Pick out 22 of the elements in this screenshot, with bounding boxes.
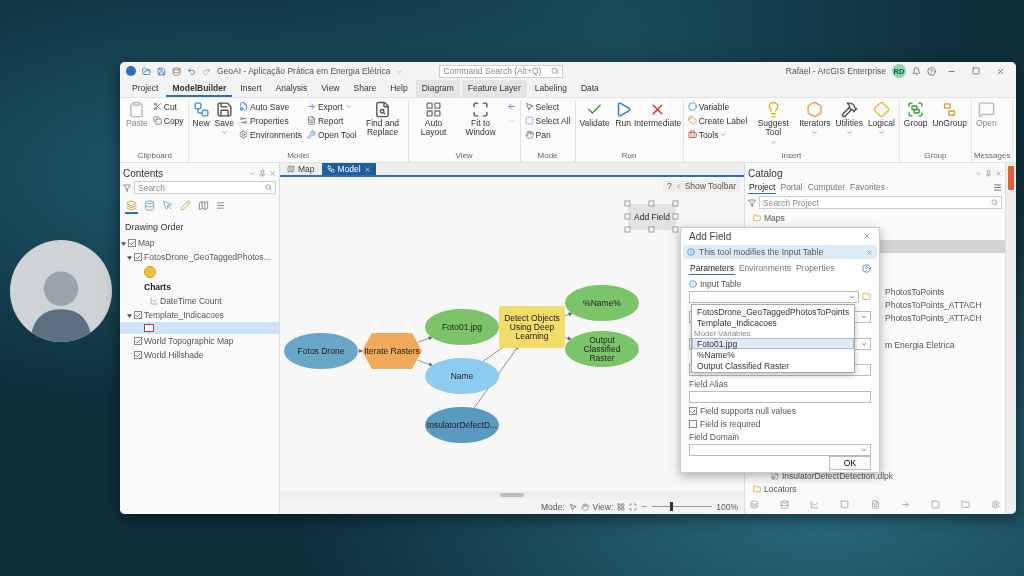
view-label: View: [592,501,614,512]
group-label: Group [923,151,948,162]
zoom-reading: 100% [716,501,738,512]
group-label: Model [286,151,310,162]
group-label: Mode [536,151,559,162]
dialog-title: Add Field [689,230,732,242]
mode-label: Mode: [541,501,565,512]
field-label: Field Alias [689,379,729,389]
section-heading: Drawing Order [124,221,185,234]
group-label: Messages [973,151,1011,162]
list-group-header: Model Variables [693,328,752,338]
group-label: View [454,151,474,162]
group-label: Insert [780,151,803,162]
window-title: GeoAI - Aplicação Prática em Energia Elétrica [217,66,391,76]
info-text: This tool modifies the Input Table [699,247,824,257]
pane-title: Catalog [748,167,783,179]
group-label: Clipboard [136,151,173,162]
field-label: Field Domain [689,432,741,442]
charts-heading: Charts [144,282,171,292]
field-label: Input Table [700,279,742,289]
group-label: Run [620,151,638,162]
pane-title: Contents [123,167,164,179]
